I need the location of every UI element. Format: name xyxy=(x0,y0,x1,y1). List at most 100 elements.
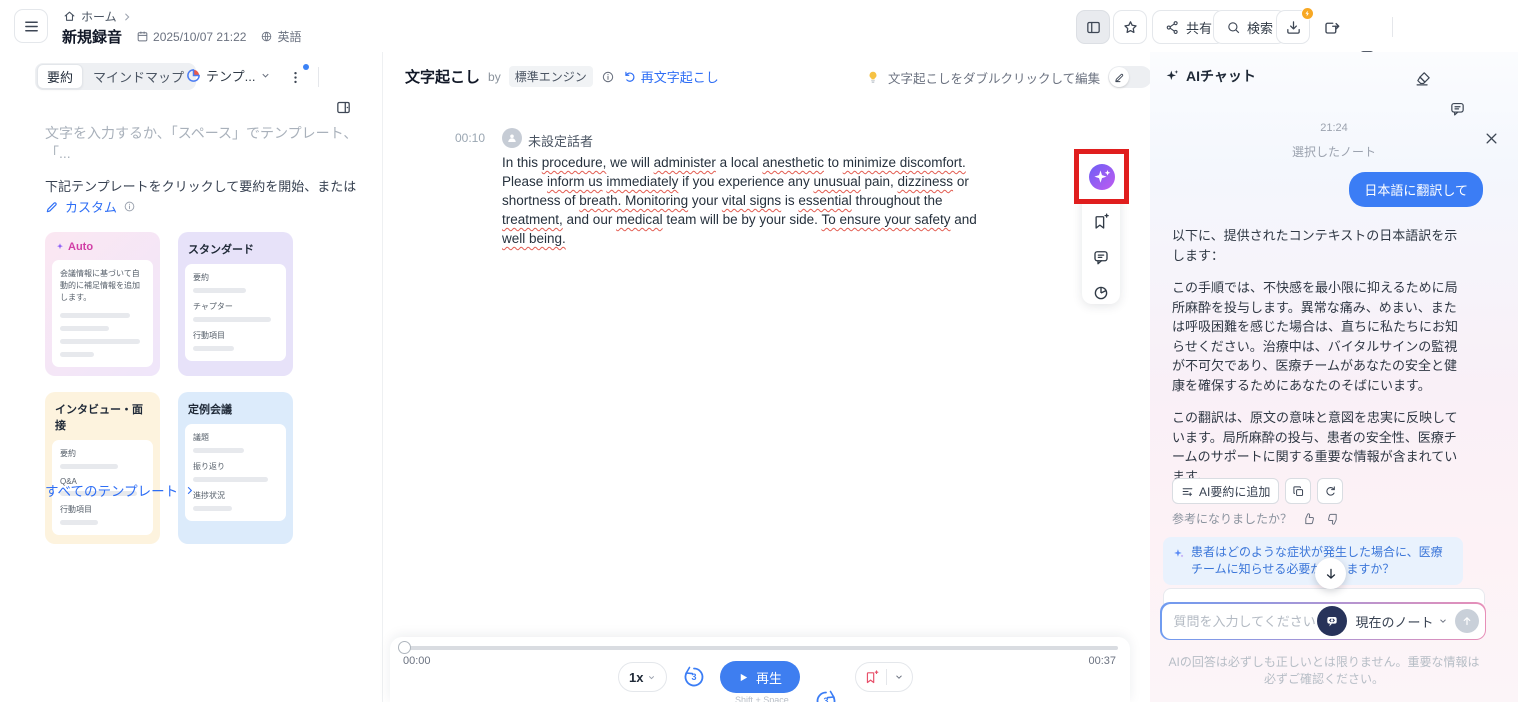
panel-collapse-icon xyxy=(335,99,352,116)
download-icon xyxy=(1285,19,1302,36)
transcript-word-flagged: immediately xyxy=(606,174,678,189)
template-preview: 議題 振り返り 進捗状況 xyxy=(185,424,286,521)
refresh-icon xyxy=(1324,485,1337,498)
search-icon xyxy=(1226,20,1241,35)
tab-summary[interactable]: 要約 xyxy=(37,64,83,89)
speaker-avatar[interactable] xyxy=(502,128,522,148)
ai-disclaimer: AIの回答は必ずしも正しいとは限りません。重要な情報は必ずご確認ください。 xyxy=(1168,654,1480,688)
template-item: 振り返り xyxy=(193,461,278,472)
bookmark-icon xyxy=(864,670,879,685)
add-to-summary-button[interactable]: AI要約に追加 xyxy=(1172,478,1279,504)
custom-template-link[interactable]: カスタム xyxy=(65,197,117,216)
share-icon xyxy=(1165,20,1180,35)
person-icon xyxy=(506,132,518,144)
transcript-timestamp[interactable]: 00:10 xyxy=(455,131,485,145)
transcript-word-flagged: treatment, xyxy=(502,212,563,227)
panel-more-button[interactable] xyxy=(280,62,310,92)
template-item: 議題 xyxy=(193,432,278,443)
transcript-word: to xyxy=(824,155,843,170)
skip-forward-count: 3 xyxy=(814,690,838,702)
export-button[interactable] xyxy=(1317,12,1347,42)
template-item: 行動項目 xyxy=(60,504,145,515)
add-bookmark-button[interactable] xyxy=(1089,210,1113,233)
send-button[interactable] xyxy=(1455,609,1479,633)
page-title: 新規録音 xyxy=(62,26,122,47)
skip-back-button[interactable]: 3 xyxy=(682,665,706,689)
breadcrumb-home[interactable]: ホーム xyxy=(81,8,117,25)
pie-chart-icon xyxy=(1092,284,1110,302)
panel-divider xyxy=(318,67,319,87)
tab-mindmap[interactable]: マインドマップ xyxy=(83,65,194,88)
skip-back-count: 3 xyxy=(682,666,706,688)
chat-input[interactable] xyxy=(1174,614,1318,629)
copy-response-button[interactable] xyxy=(1285,478,1311,504)
transcript-word: if you experience any xyxy=(678,174,813,189)
favorite-button[interactable] xyxy=(1113,10,1147,44)
sidebar-menu-button[interactable] xyxy=(14,9,48,43)
playback-speed-button[interactable]: 1x xyxy=(618,662,667,692)
note-language[interactable]: 英語 xyxy=(260,28,301,45)
retranscribe-button[interactable]: 再文字起こし xyxy=(623,67,719,86)
template-dropdown[interactable]: テンプ... xyxy=(186,66,271,85)
chat-bot-icon xyxy=(1324,613,1340,629)
ai-sparkle-icon xyxy=(1164,68,1180,84)
note-datetime: 2025/10/07 21:22 xyxy=(136,30,246,44)
thumbs-down-icon[interactable] xyxy=(1326,512,1340,526)
progress-handle[interactable] xyxy=(398,641,411,654)
chevron-down-icon xyxy=(647,673,656,682)
play-button[interactable]: 再生 xyxy=(720,661,800,693)
copy-icon xyxy=(1292,485,1305,498)
collapse-panel-button[interactable] xyxy=(328,92,358,122)
chevron-right-icon xyxy=(122,12,132,22)
thumbs-up-icon[interactable] xyxy=(1302,512,1316,526)
chat-history-button[interactable] xyxy=(1442,93,1472,123)
speaker-name[interactable]: 未設定話者 xyxy=(528,131,593,150)
transcript-word: we will xyxy=(606,155,653,170)
transcript-text[interactable]: In this procedure, we will administer a … xyxy=(502,153,998,248)
ai-assistant-button[interactable] xyxy=(1088,163,1116,191)
chat-input-container: 現在のノート xyxy=(1160,602,1486,640)
transcript-word: is xyxy=(781,193,798,208)
toggle-left-panel-button[interactable] xyxy=(1076,10,1110,44)
info-icon[interactable] xyxy=(123,200,136,213)
edit-mode-toggle[interactable] xyxy=(1108,66,1152,88)
all-templates-link[interactable]: すべてのテンプレート xyxy=(45,480,195,500)
clear-chat-button[interactable] xyxy=(1408,63,1438,93)
play-label: 再生 xyxy=(756,668,782,687)
download-button[interactable] xyxy=(1276,10,1310,44)
home-icon xyxy=(63,10,76,23)
bot-avatar-icon xyxy=(1317,606,1347,636)
template-card-standard[interactable]: スタンダード 要約 チャプター 行動項目 xyxy=(178,232,293,376)
template-title: インタビュー・面接 xyxy=(55,401,153,433)
bookmark-control[interactable] xyxy=(855,662,913,692)
current-time: 00:00 xyxy=(403,655,431,667)
scroll-to-bottom-button[interactable] xyxy=(1315,558,1346,589)
skip-forward-button[interactable]: 3 xyxy=(814,689,838,702)
note-scope-selector[interactable]: 現在のノート xyxy=(1355,612,1447,631)
pencil-icon xyxy=(1114,72,1125,83)
search-label: 検索 xyxy=(1247,18,1273,37)
comment-button[interactable] xyxy=(1089,246,1113,269)
transcript-word: and our xyxy=(563,212,616,227)
info-icon[interactable] xyxy=(601,70,615,84)
chevron-down-icon[interactable] xyxy=(894,672,904,682)
upgrade-badge xyxy=(1301,7,1314,20)
analytics-button[interactable] xyxy=(1089,281,1113,304)
template-preview: 会議情報に基づいて自動的に補足情報を追加します。 xyxy=(52,260,153,367)
transcript-word: a local xyxy=(716,155,763,170)
app-window: ホーム 新規録音 2025/10/07 21:22 英語 共有 xyxy=(0,0,1518,702)
template-card-interview[interactable]: インタビュー・面接 要約 Q&A 行動項目 xyxy=(45,392,160,544)
template-preview: 要約 チャプター 行動項目 xyxy=(185,264,286,361)
template-card-auto[interactable]: Auto 会議情報に基づいて自動的に補足情報を追加します。 xyxy=(45,232,160,376)
suggested-question-chip[interactable]: 患者はどのような症状が発生した場合に、医療チームに知らせる必要がありますか？ xyxy=(1163,537,1463,585)
user-message-bubble: 日本語に翻訳して xyxy=(1349,172,1483,207)
transcript-word: and xyxy=(951,212,977,227)
sparkle-icon xyxy=(55,242,65,252)
summary-editor-placeholder[interactable]: 文字を入力するか、「スペース」でテンプレート、「... xyxy=(45,123,365,163)
chevron-down-icon xyxy=(1438,616,1448,626)
regenerate-button[interactable] xyxy=(1317,478,1343,504)
ai-chat-panel: AIチャット 21:24 選択したノート 日本語に翻訳して 以下に、提供されたコ… xyxy=(1150,52,1518,702)
progress-track[interactable] xyxy=(402,646,1118,650)
template-card-regular-meeting[interactable]: 定例会議 議題 振り返り 進捗状況 xyxy=(178,392,293,544)
breadcrumb[interactable]: ホーム xyxy=(63,8,132,25)
